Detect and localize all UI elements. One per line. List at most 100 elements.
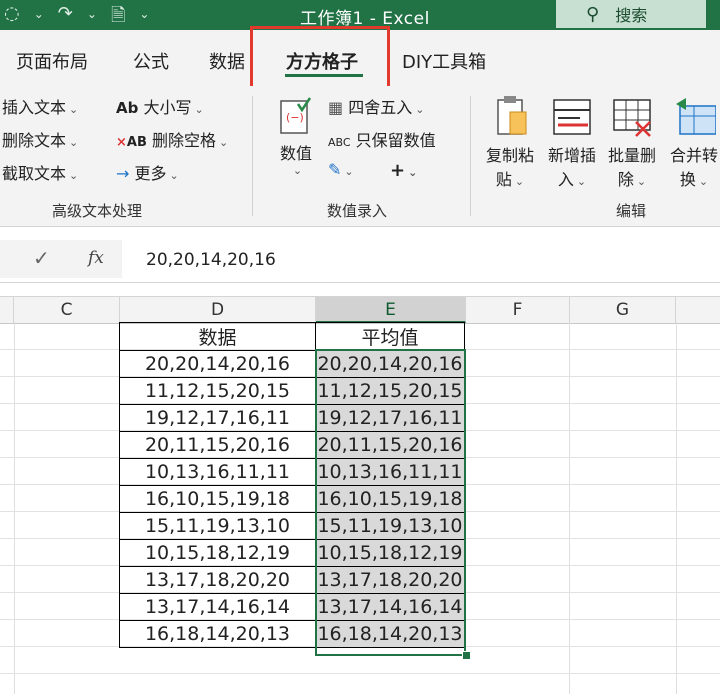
column-header-b[interactable] [0,297,14,323]
cell-d[interactable]: 13,17,14,16,14 [119,593,316,621]
cell-e[interactable]: 10,15,18,12,19 [315,539,465,567]
value-icon: (−) [280,97,312,134]
search-label: 搜索 [615,6,648,25]
table-row: 13,17,18,20,20 13,17,18,20,20 [119,566,465,594]
table-row: 10,15,18,12,19 10,15,18,12,19 [119,539,465,567]
ribbon-separator [252,96,253,216]
group-label-edit: 编辑 [616,202,647,220]
redo-icon[interactable]: ↷ [58,3,73,33]
value-button-label: 数值 [279,144,312,163]
merge-icon [676,98,717,135]
group-label-value: 数值录入 [327,202,388,220]
tab-page-layout[interactable]: 页面布局 [16,48,88,74]
cell-d[interactable]: 10,13,16,11,11 [119,458,316,486]
table-row: 11,12,15,20,15 11,12,15,20,15 [119,377,465,405]
pencil-icon: ✎ [328,160,342,179]
copy-paste-button[interactable]: 复制粘 贴 ⌄ [486,94,534,190]
edit-button[interactable]: ✎ ⌄ [328,160,354,179]
table-row: 15,11,19,13,10 15,11,19,13,10 [119,512,465,540]
clipboard-icon [497,96,527,135]
column-header-d[interactable]: D [120,297,316,323]
case-icon: Ab [116,99,139,117]
tab-diy-toolbox[interactable]: DIY工具箱 [402,48,486,74]
cell-d[interactable]: 19,12,17,16,11 [119,404,316,432]
remove-spaces-button[interactable]: ×AB 删除空格 ⌄ [116,127,228,151]
column-header-e[interactable]: E [316,297,466,323]
cell-d[interactable]: 16,18,14,20,13 [119,620,316,648]
gridline [569,322,570,694]
svg-text:(−): (−) [286,111,304,124]
cell-d[interactable]: 10,15,18,12,19 [119,539,316,567]
data-table: 数据 平均值 20,20,14,20,16 20,20,14,20,16 11,12… [119,322,465,648]
delete-text-button[interactable]: 删除文本 ⌄ [2,127,78,151]
insert-text-button[interactable]: 插入文本 ⌄ [2,94,78,118]
cell-e[interactable]: 19,12,17,16,11 [315,404,465,432]
chevron-down-icon: ⌄ [292,164,303,177]
cell-d-header[interactable]: 数据 [119,322,316,351]
batch-delete-button[interactable]: 批量删 除 ⌄ [608,94,656,190]
table-row: 19,12,17,16,11 19,12,17,16,11 [119,404,465,432]
column-header-f[interactable]: F [466,297,570,323]
autosave-icon[interactable]: ◌ [4,3,20,33]
formula-bar: ✓ fx 20,20,14,20,16 [0,236,720,283]
cell-e[interactable]: 15,11,19,13,10 [315,512,465,540]
column-header-c[interactable]: C [14,297,120,323]
tab-highlight-box [250,26,390,94]
keep-numbers-button[interactable]: ABC 只保留数值 [328,127,436,151]
cell-d[interactable]: 16,10,15,19,18 [119,485,316,513]
search-icon: ⚲ [586,3,600,25]
abc-icon: ABC [328,136,351,149]
cell-d[interactable]: 20,20,14,20,16 [119,350,316,378]
case-button[interactable]: Ab 大小写 ⌄ [116,94,204,118]
ribbon-separator [470,96,471,216]
fill-handle[interactable] [462,651,471,660]
cell-e[interactable]: 20,11,15,20,16 [315,431,465,459]
round-icon: ▦ [328,98,344,117]
value-button[interactable]: (−) 数值 ⌄ [276,96,316,177]
arrow-right-icon: → [116,164,130,183]
gridline [676,322,677,694]
extract-text-button[interactable]: 截取文本 ⌄ [2,160,78,184]
tab-formulas[interactable]: 公式 [133,48,169,74]
table-row: 20,11,15,20,16 20,11,15,20,16 [119,431,465,459]
cell-e-header[interactable]: 平均值 [315,322,465,351]
table-row: 10,13,16,11,11 10,13,16,11,11 [119,458,465,486]
table-row: 16,10,15,19,18 16,10,15,19,18 [119,485,465,513]
table-header-row: 数据 平均值 [119,322,465,351]
cell-e[interactable]: 13,17,14,16,14 [315,593,465,621]
insert-rows-icon [553,99,591,135]
column-header-g[interactable]: G [570,297,676,323]
cell-d[interactable]: 13,17,18,20,20 [119,566,316,594]
cell-e[interactable]: 16,10,15,19,18 [315,485,465,513]
table-row: 20,20,14,20,16 20,20,14,20,16 [119,350,465,378]
merge-convert-button[interactable]: 合并转 换 ⌄ [670,94,718,190]
cell-d[interactable]: 20,11,15,20,16 [119,431,316,459]
insert-new-button[interactable]: 新增插 入 ⌄ [548,94,596,190]
enter-check-icon[interactable]: ✓ [33,246,50,270]
table-row: 13,17,14,16,14 13,17,14,16,14 [119,593,465,621]
more-button[interactable]: → 更多 ⌄ [116,160,179,184]
table-row: 16,18,14,20,13 16,18,14,20,13 [119,620,465,648]
cell-e[interactable]: 11,12,15,20,15 [315,377,465,405]
gridline [14,322,15,694]
remove-spaces-icon: ×AB [116,135,147,150]
search-box[interactable]: ⚲ 搜索 [556,0,706,28]
group-label-text: 高级文本处理 [52,202,143,220]
quick-access-toolbar: ◌ ⌄ ↷ ⌄ 🗎 ⌄ [4,3,149,33]
delete-grid-icon [613,99,651,137]
cell-d[interactable]: 11,12,15,20,15 [119,377,316,405]
round-button[interactable]: ▦ 四舍五入 ⌄ [328,94,424,118]
cell-e[interactable]: 16,18,14,20,13 [315,620,465,648]
cell-e[interactable]: 20,20,14,20,16 [315,350,465,378]
cell-e[interactable]: 13,17,18,20,20 [315,566,465,594]
function-icon[interactable]: fx [88,248,104,268]
formula-bar-controls: ✓ fx [0,240,122,278]
plus-button[interactable]: + ⌄ [390,160,417,181]
tab-data[interactable]: 数据 [209,48,245,74]
document-icon[interactable]: 🗎 [111,3,125,33]
cell-d[interactable]: 15,11,19,13,10 [119,512,316,540]
cell-e[interactable]: 10,13,16,11,11 [315,458,465,486]
column-headers: C D E F G [0,296,720,324]
formula-input[interactable]: 20,20,14,20,16 [146,250,276,270]
gridline [0,673,720,674]
